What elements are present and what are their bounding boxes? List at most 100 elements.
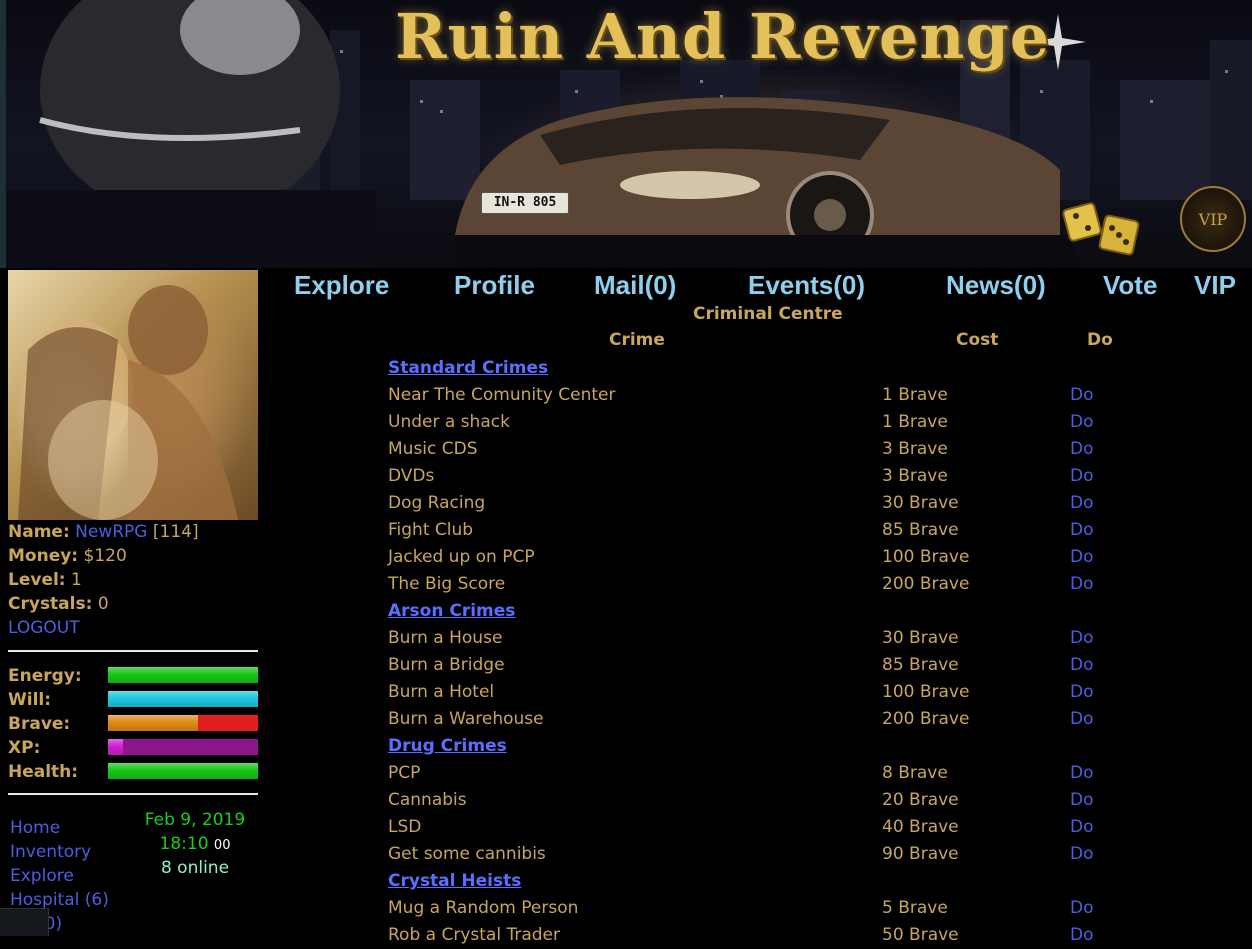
server-seconds: 00 xyxy=(213,838,231,853)
do-crime-link[interactable]: Do xyxy=(1070,787,1094,814)
crime-name: PCP xyxy=(388,763,421,783)
crime-name: Get some cannibis xyxy=(388,844,546,864)
do-crime-link[interactable]: Do xyxy=(1070,895,1094,922)
xp-label: XP: xyxy=(8,738,41,758)
player-name-link[interactable]: NewRPG xyxy=(75,522,147,542)
do-crime-link[interactable]: Do xyxy=(1070,760,1094,787)
do-crime-link[interactable]: Do xyxy=(1070,814,1094,841)
crystals-row: Crystals: 0 xyxy=(8,594,109,614)
do-crime-link[interactable]: Do xyxy=(1070,463,1094,490)
nav-vip[interactable]: VIP xyxy=(1194,270,1236,301)
crime-name: Near The Comunity Center xyxy=(388,385,616,405)
license-plate: IN-R 805 xyxy=(481,192,569,214)
crime-name: Burn a House xyxy=(388,628,503,648)
crime-cost: 30 Brave xyxy=(882,628,959,648)
site-logo-title: Ruin And Revenge xyxy=(395,0,1051,73)
name-label: Name: xyxy=(8,522,70,542)
table-row: Music CDS 3 Brave Do xyxy=(388,436,1148,463)
player-name-row: Name: NewRPG [114] xyxy=(8,522,199,542)
do-crime-link[interactable]: Do xyxy=(1070,436,1094,463)
crime-name: Music CDS xyxy=(388,439,478,459)
crime-group-link[interactable]: Arson Crimes xyxy=(388,598,515,625)
table-row: Burn a House 30 Brave Do xyxy=(388,625,1148,652)
column-header-do: Do xyxy=(1087,330,1113,350)
avatar[interactable] xyxy=(8,270,258,520)
table-row: Mug a Random Person 5 Brave Do xyxy=(388,895,1148,922)
crime-cost: 3 Brave xyxy=(882,439,948,459)
sidebar-item-inventory[interactable]: Inventory xyxy=(10,840,109,864)
bar-fill xyxy=(108,715,198,731)
do-crime-link[interactable]: Do xyxy=(1070,841,1094,868)
crime-name: Rob a Crystal Trader xyxy=(388,925,560,945)
player-id: [114] xyxy=(152,522,199,542)
crime-group-row: Standard Crimes xyxy=(388,355,1148,382)
crime-cost: 5 Brave xyxy=(882,898,948,918)
crime-name: Burn a Hotel xyxy=(388,682,495,702)
nav-events[interactable]: Events(0) xyxy=(748,270,865,301)
nav-news[interactable]: News(0) xyxy=(946,270,1046,301)
nav-explore[interactable]: Explore xyxy=(294,270,389,301)
sidebar-item-explore[interactable]: Explore xyxy=(10,864,109,888)
crime-cost: 50 Brave xyxy=(882,925,959,945)
do-crime-link[interactable]: Do xyxy=(1070,679,1094,706)
crime-group-link[interactable]: Crystal Heists xyxy=(388,868,521,895)
bar-fill xyxy=(108,667,258,683)
table-row: Rob a Crystal Trader 50 Brave Do xyxy=(388,922,1148,949)
table-row: Under a shack 1 Brave Do xyxy=(388,409,1148,436)
money-label: Money: xyxy=(8,546,79,566)
do-crime-link[interactable]: Do xyxy=(1070,517,1094,544)
overlay-panel xyxy=(0,908,49,936)
dice-icon[interactable] xyxy=(1062,200,1152,260)
do-crime-link[interactable]: Do xyxy=(1070,706,1094,733)
will-label: Will: xyxy=(8,690,52,710)
crime-name: Fight Club xyxy=(388,520,474,540)
table-row: Burn a Warehouse 200 Brave Do xyxy=(388,706,1148,733)
users-online[interactable]: 8 online xyxy=(130,856,260,880)
avatar-image xyxy=(18,285,238,520)
nav-mail[interactable]: Mail(0) xyxy=(594,270,676,301)
left-sidebar: Name: NewRPG [114] Money: $120 Level: 1 … xyxy=(0,268,262,936)
brave-bar xyxy=(108,715,258,731)
sidebar-item-home[interactable]: Home xyxy=(10,816,109,840)
nav-profile[interactable]: Profile xyxy=(454,270,535,301)
crime-name: Under a shack xyxy=(388,412,510,432)
nav-vote[interactable]: Vote xyxy=(1103,270,1157,301)
vip-emblem-icon[interactable]: VIP xyxy=(1180,186,1246,252)
logout-link[interactable]: LOGOUT xyxy=(8,618,80,638)
do-crime-link[interactable]: Do xyxy=(1070,922,1094,949)
crime-name: The Big Score xyxy=(388,574,506,594)
crime-name: Jacked up on PCP xyxy=(388,547,535,567)
table-row: Jacked up on PCP 100 Brave Do xyxy=(388,544,1148,571)
crime-cost: 8 Brave xyxy=(882,763,948,783)
crime-group-link[interactable]: Standard Crimes xyxy=(388,355,548,382)
table-row: LSD 40 Brave Do xyxy=(388,814,1148,841)
do-crime-link[interactable]: Do xyxy=(1070,625,1094,652)
energy-bar xyxy=(108,667,258,683)
bar-fill xyxy=(108,763,258,779)
crime-group-row: Drug Crimes xyxy=(388,733,1148,760)
server-clock: Feb 9, 2019 18:10 00 8 online xyxy=(130,808,260,880)
crime-cost: 100 Brave xyxy=(882,682,970,702)
header-banner: Ruin And Revenge IN-R 805 VIP xyxy=(0,0,1252,268)
divider xyxy=(8,650,258,652)
table-row: PCP 8 Brave Do xyxy=(388,760,1148,787)
do-crime-link[interactable]: Do xyxy=(1070,382,1094,409)
energy-label: Energy: xyxy=(8,666,82,686)
crime-cost: 1 Brave xyxy=(882,412,948,432)
do-crime-link[interactable]: Do xyxy=(1070,409,1094,436)
bar-fill xyxy=(108,691,258,707)
do-crime-link[interactable]: Do xyxy=(1070,652,1094,679)
table-row: Burn a Hotel 100 Brave Do xyxy=(388,679,1148,706)
table-row: Near The Comunity Center 1 Brave Do xyxy=(388,382,1148,409)
crime-cost: 200 Brave xyxy=(882,574,970,594)
crime-group-row: Arson Crimes xyxy=(388,598,1148,625)
table-row: Cannabis 20 Brave Do xyxy=(388,787,1148,814)
do-crime-link[interactable]: Do xyxy=(1070,571,1094,598)
do-crime-link[interactable]: Do xyxy=(1070,490,1094,517)
level-label: Level: xyxy=(8,570,66,590)
crime-group-link[interactable]: Drug Crimes xyxy=(388,733,507,760)
crime-cost: 100 Brave xyxy=(882,547,970,567)
level-row: Level: 1 xyxy=(8,570,82,590)
will-bar xyxy=(108,691,258,707)
do-crime-link[interactable]: Do xyxy=(1070,544,1094,571)
